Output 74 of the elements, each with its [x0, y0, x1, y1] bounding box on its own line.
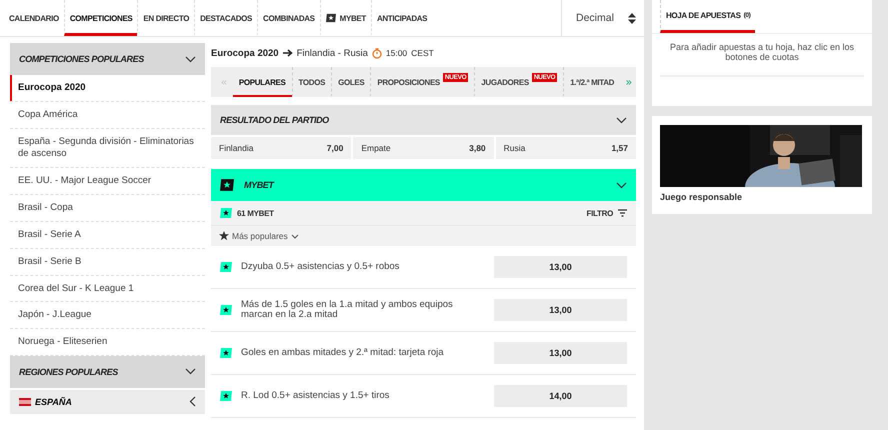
tab-label[interactable]: 1.ª/2.ª MITAD — [570, 78, 614, 86]
nav-tab[interactable]: MYBET — [320, 0, 371, 36]
section-header[interactable]: COMPETICIONES POPULARES — [10, 43, 205, 75]
tab-label[interactable]: POPULARES — [238, 78, 286, 86]
start-time: 15:00 — [386, 48, 408, 58]
tab-label[interactable]: PROPOSICIONES — [377, 78, 440, 86]
double-chevron-right-icon[interactable] — [626, 78, 632, 86]
clock-icon — [372, 48, 382, 58]
odds-value: 3,80 — [469, 143, 486, 153]
market-tab[interactable]: GOLES — [331, 67, 370, 97]
competition-link[interactable]: Brasil - Copa — [10, 195, 205, 222]
odds-button[interactable]: Rusia 1,57 — [496, 137, 636, 159]
sort-dropdown[interactable]: Más populares — [211, 226, 636, 246]
odds-button[interactable]: Empate 3,80 — [353, 137, 494, 159]
market-tab[interactable]: 1.ª/2.ª MITAD — [563, 67, 620, 97]
chevron-down-icon — [290, 234, 299, 238]
filter-button[interactable]: FILTRO — [586, 208, 627, 218]
timezone: CEST — [411, 48, 434, 58]
arrow-right-icon — [282, 49, 293, 57]
bet-description: R. Lod 0.5+ asistencias y 1.5+ tiros — [241, 390, 390, 402]
flag-icon — [19, 398, 31, 406]
odds-button[interactable]: 13,00 — [494, 299, 627, 321]
competition-link[interactable]: España - Segunda división - Eliminatorias de ascenso — [10, 128, 205, 168]
competition-link[interactable]: EE. UU. - Major League Soccer — [10, 168, 205, 196]
nav-tab[interactable]: ANTICIPADAS — [370, 0, 432, 36]
star-icon — [219, 231, 229, 241]
competition-link[interactable]: Brasil - Serie A — [10, 222, 205, 249]
market-tab[interactable]: TODOS — [292, 67, 332, 97]
tab-label[interactable]: GOLES — [338, 78, 364, 86]
section-header[interactable]: REGIONES POPULARES — [10, 356, 205, 388]
promo-caption: Juego responsable — [660, 192, 744, 202]
star-square-icon — [326, 13, 336, 23]
sort-arrows-icon — [628, 12, 636, 24]
bet-description: Dzyuba 0.5+ asistencias y 0.5+ robos — [241, 262, 400, 272]
tab-label[interactable]: JUGADORES — [481, 78, 529, 86]
competition-link[interactable]: Japón - J.League — [10, 302, 205, 330]
promo-card[interactable]: Juego responsable — [652, 116, 872, 214]
outcome-label: Empate — [361, 143, 391, 153]
nav-tab[interactable]: EN DIRECTO — [137, 0, 194, 36]
outcome-label: Finlandia — [219, 143, 254, 153]
bet-description: Goles en ambas mitades y 2.ª mitad: tarjeta roja — [241, 348, 445, 358]
odds-button[interactable]: 14,00 — [494, 385, 627, 407]
event-name: Finlandia - Rusia — [296, 48, 368, 58]
bet-description: Más de 1.5 goles en la 1.a mitad y ambos equipos marcan en la 2.a mitad — [241, 300, 454, 320]
nav-tab[interactable]: DESTACADOS — [194, 0, 258, 36]
competition-link[interactable]: Eurocopa 2020 — [211, 48, 279, 58]
market-header[interactable]: RESULTADO DEL PARTIDO — [211, 105, 636, 135]
competition-link[interactable]: Eurocopa 2020 — [10, 75, 205, 102]
tab-label[interactable]: TODOS — [298, 78, 326, 86]
tab-label[interactable]: HOJA DE APUESTAS — [666, 10, 741, 20]
odds-value: 1,57 — [611, 143, 628, 153]
odds-button[interactable]: Finlandia 7,00 — [211, 137, 352, 159]
mybet-header[interactable]: MYBET — [211, 169, 636, 201]
outcome-label: Rusia — [504, 143, 526, 153]
odds-button[interactable]: 13,00 — [494, 256, 627, 278]
nav-tab[interactable]: COMPETICIONES — [64, 0, 138, 36]
mybet-title: MYBET — [244, 180, 274, 190]
chevron-down-icon[interactable] — [185, 56, 196, 62]
chevron-down-icon[interactable] — [616, 116, 627, 124]
competition-link[interactable]: Brasil - Serie B — [10, 248, 205, 276]
competition-link[interactable]: Corea del Sur - K League 1 — [10, 276, 205, 302]
chevron-down-icon[interactable] — [185, 368, 196, 376]
market-tab[interactable]: POPULARES — [232, 67, 292, 97]
odds-format-select[interactable]: Decimal — [561, 0, 644, 36]
nav-tab[interactable]: CALENDARIO — [4, 0, 64, 36]
region-row[interactable]: ESPAÑA — [10, 390, 205, 414]
chevron-down-icon[interactable] — [616, 182, 627, 188]
filter-icon — [618, 209, 627, 217]
nav-tab[interactable]: COMBINADAS — [257, 0, 320, 36]
competition-link[interactable]: Copa América — [10, 102, 205, 129]
odds-value: 7,00 — [326, 143, 344, 153]
odds-button[interactable]: 13,00 — [494, 342, 627, 364]
chevron-left-icon[interactable] — [189, 396, 196, 408]
mybet-count: 61 MYBET — [237, 208, 274, 218]
